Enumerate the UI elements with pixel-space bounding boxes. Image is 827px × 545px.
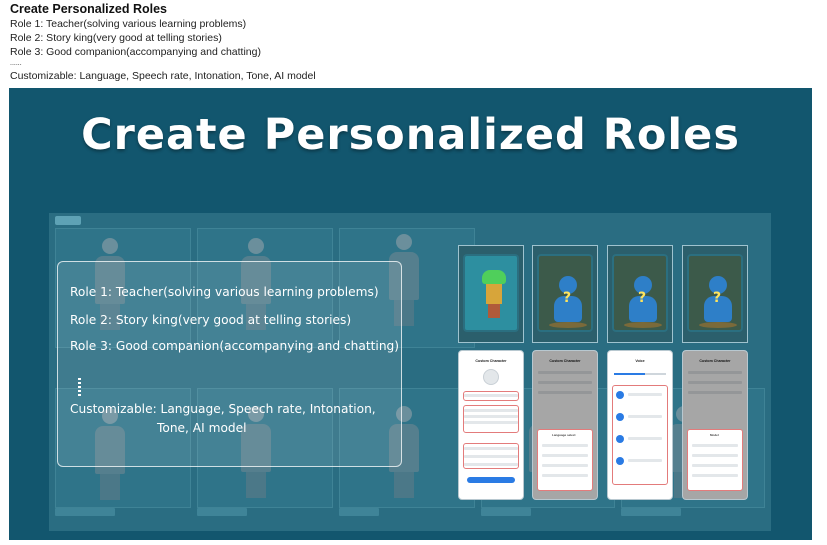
- language-select-sheet: Language select: [537, 429, 593, 491]
- phone-screenshot-custom-character: Custom Character: [458, 350, 524, 500]
- phone-screenshot-language: Custom Character Language select: [532, 350, 598, 500]
- info-customizable: Customizable: Language, Speech rate, Int…: [70, 402, 376, 416]
- info-role-3: Role 3: Good companion(accompanying and …: [70, 339, 400, 353]
- info-customizable-cont: Tone, AI model: [157, 421, 247, 435]
- mystery-avatar-icon: ?: [687, 254, 743, 332]
- background-label: [481, 508, 531, 516]
- background-label: [339, 508, 379, 516]
- promo-banner: Create Personalized Roles Role 1: Teache…: [9, 88, 812, 540]
- page-title: Create Personalized Roles: [10, 2, 168, 16]
- mystery-avatar-icon: ?: [612, 254, 668, 332]
- role-3-text: Role 3: Good companion(accompanying and …: [10, 46, 261, 58]
- character-thumbnail: ?: [607, 245, 673, 343]
- roles-info-box: Role 1: Teacher(solving various learning…: [57, 261, 402, 467]
- vertical-ellipsis-icon: [78, 378, 81, 396]
- avatar-placeholder-icon: [483, 369, 499, 385]
- phone-save-button: [467, 477, 515, 483]
- info-role-2: Role 2: Story king(very good at telling …: [70, 313, 352, 327]
- phone-screenshot-voice: Voice: [607, 350, 673, 500]
- character-thumbnail: [458, 245, 524, 343]
- info-role-1: Role 1: Teacher(solving various learning…: [70, 285, 379, 299]
- ellipsis-text: ......: [10, 60, 22, 67]
- background-tag: [55, 216, 81, 225]
- phone-screenshot-model: Custom Character Model: [682, 350, 748, 500]
- role-2-text: Role 2: Story king(very good at telling …: [10, 32, 222, 44]
- model-select-sheet: Model: [687, 429, 743, 491]
- customizable-text: Customizable: Language, Speech rate, Int…: [10, 70, 316, 82]
- background-label: [197, 508, 247, 516]
- mystery-avatar-icon: ?: [537, 254, 593, 332]
- green-hair-character-icon: [463, 254, 519, 332]
- banner-title: Create Personalized Roles: [81, 110, 740, 160]
- speech-rate-slider: [614, 373, 666, 375]
- role-1-text: Role 1: Teacher(solving various learning…: [10, 18, 247, 30]
- background-label: [55, 508, 115, 516]
- character-thumbnail: ?: [532, 245, 598, 343]
- character-thumbnail: ?: [682, 245, 748, 343]
- description-block: Create Personalized Roles Role 1: Teache…: [10, 2, 810, 83]
- background-label: [621, 508, 681, 516]
